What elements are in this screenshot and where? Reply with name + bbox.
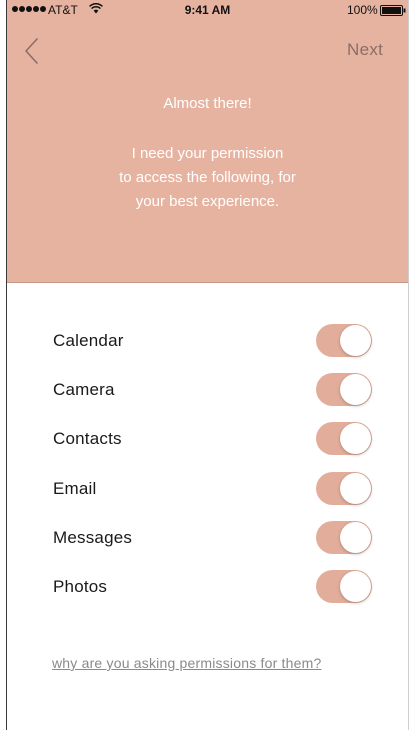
header-panel: AT&T 9:41 AM 100% Next Almost there! I n… (7, 0, 408, 283)
toggle-knob (340, 472, 371, 504)
camera-toggle[interactable] (316, 373, 372, 407)
battery-icon (380, 5, 406, 19)
permission-row-photos: Photos (7, 561, 408, 610)
frame-border (6, 0, 7, 730)
toggle-knob (340, 374, 371, 406)
status-bar: AT&T 9:41 AM 100% (7, 0, 408, 20)
why-permissions-link[interactable]: why are you asking permissions for them? (52, 655, 321, 671)
toggle-knob (340, 521, 371, 553)
permission-row-camera: Camera (7, 364, 408, 413)
battery-percentage: 100% (347, 3, 378, 17)
permission-label: Calendar (53, 331, 124, 350)
permission-list: Calendar Camera Contacts Email Messages … (7, 315, 408, 610)
permission-row-calendar: Calendar (7, 315, 408, 364)
header-message-line: to access the following, for (119, 169, 296, 186)
toggle-knob (340, 325, 371, 356)
chevron-left-icon (25, 38, 38, 64)
permission-label: Camera (53, 380, 115, 400)
permission-label: Photos (53, 576, 108, 596)
permission-label: Email (53, 478, 97, 498)
frame-border (408, 0, 409, 730)
permission-row-messages: Messages (7, 512, 408, 561)
next-button[interactable]: Next (347, 40, 383, 60)
permission-row-contacts: Contacts (7, 413, 408, 462)
messages-toggle[interactable] (316, 520, 372, 554)
permission-row-email: Email (7, 463, 408, 512)
contacts-toggle[interactable] (316, 422, 372, 456)
toggle-knob (340, 423, 371, 455)
header-message-line: I need your permission (131, 145, 284, 162)
header-message: I need your permission to access the fol… (67, 142, 348, 214)
permission-label: Contacts (53, 429, 122, 449)
permission-label: Messages (53, 527, 133, 547)
email-toggle[interactable] (316, 471, 372, 505)
header-message-line: your best experience. (135, 193, 280, 210)
photos-toggle[interactable] (316, 569, 372, 603)
toggle-knob (340, 570, 371, 602)
header-title: Almost there! (163, 95, 252, 112)
back-button[interactable] (21, 36, 43, 66)
permissions-screen: AT&T 9:41 AM 100% Next Almost there! I n… (0, 0, 410, 730)
calendar-toggle[interactable] (316, 324, 372, 357)
